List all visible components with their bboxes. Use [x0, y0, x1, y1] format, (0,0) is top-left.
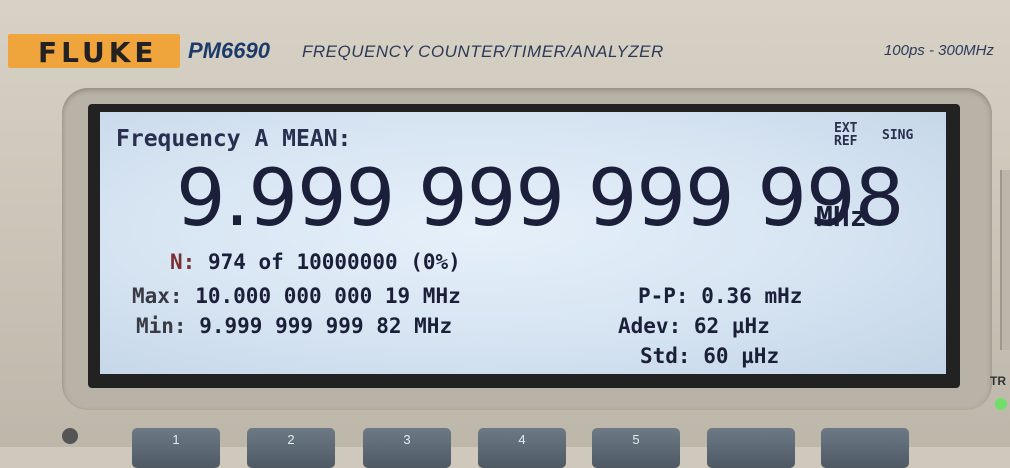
sample-count-label: N: [170, 250, 196, 274]
softkey-7[interactable] [821, 428, 909, 468]
adev-label: Adev: [618, 314, 682, 338]
main-reading: 9.999 999 999 998 [176, 154, 904, 244]
min-label: Min: [136, 314, 187, 338]
instrument-subtitle: FREQUENCY COUNTER/TIMER/ANALYZER [302, 42, 664, 61]
status-led-icon [995, 398, 1007, 410]
side-label: TR [990, 374, 1006, 388]
softkey-6[interactable] [707, 428, 795, 468]
max-value: 10.000 000 000 19 MHz [195, 284, 461, 308]
lcd-display: Frequency A MEAN: EXT REF SING 9.999 999… [100, 112, 946, 374]
pp-line: P-P: 0.36 mHz [638, 284, 802, 308]
measurement-mode: Frequency A MEAN: [116, 126, 352, 152]
pp-label: P-P: [638, 284, 689, 308]
softkey-2[interactable]: 2 [247, 428, 335, 468]
pp-value: 0.36 mHz [701, 284, 803, 308]
model-name: PM6690 [188, 38, 270, 63]
single-indicator: SING [882, 128, 914, 143]
std-line: Std: 60 µHz [640, 344, 779, 368]
softkey-5[interactable]: 5 [592, 428, 680, 468]
brand-logo: FLUKE [38, 36, 158, 69]
sample-count-line: N: 974 of 10000000 (0%) [170, 250, 461, 274]
adev-line: Adev: 62 µHz [618, 314, 770, 338]
min-line: Min: 9.999 999 999 82 MHz [136, 314, 452, 338]
right-panel-edge [1000, 170, 1010, 350]
softkey-3[interactable]: 3 [363, 428, 451, 468]
max-label: Max: [132, 284, 183, 308]
softkey-1[interactable]: 1 [132, 428, 220, 468]
instrument-header: FLUKE PM6690 FREQUENCY COUNTER/TIMER/ANA… [0, 0, 1010, 80]
ref-indicator-line: REF [834, 134, 858, 149]
min-value: 9.999 999 999 82 MHz [199, 314, 453, 338]
adev-value: 62 µHz [693, 314, 770, 338]
std-label: Std: [640, 344, 691, 368]
ext-ref-indicator: EXT REF [834, 122, 857, 148]
main-reading-unit: MHz [816, 200, 867, 233]
std-value: 60 µHz [703, 344, 780, 368]
softkey-row: 1 2 3 4 5 [0, 418, 1010, 468]
max-line: Max: 10.000 000 000 19 MHz [132, 284, 461, 308]
sample-count-value: 974 of 10000000 (0%) [207, 250, 461, 274]
instrument-range: 100ps - 300MHz [883, 42, 994, 59]
softkey-4[interactable]: 4 [478, 428, 566, 468]
